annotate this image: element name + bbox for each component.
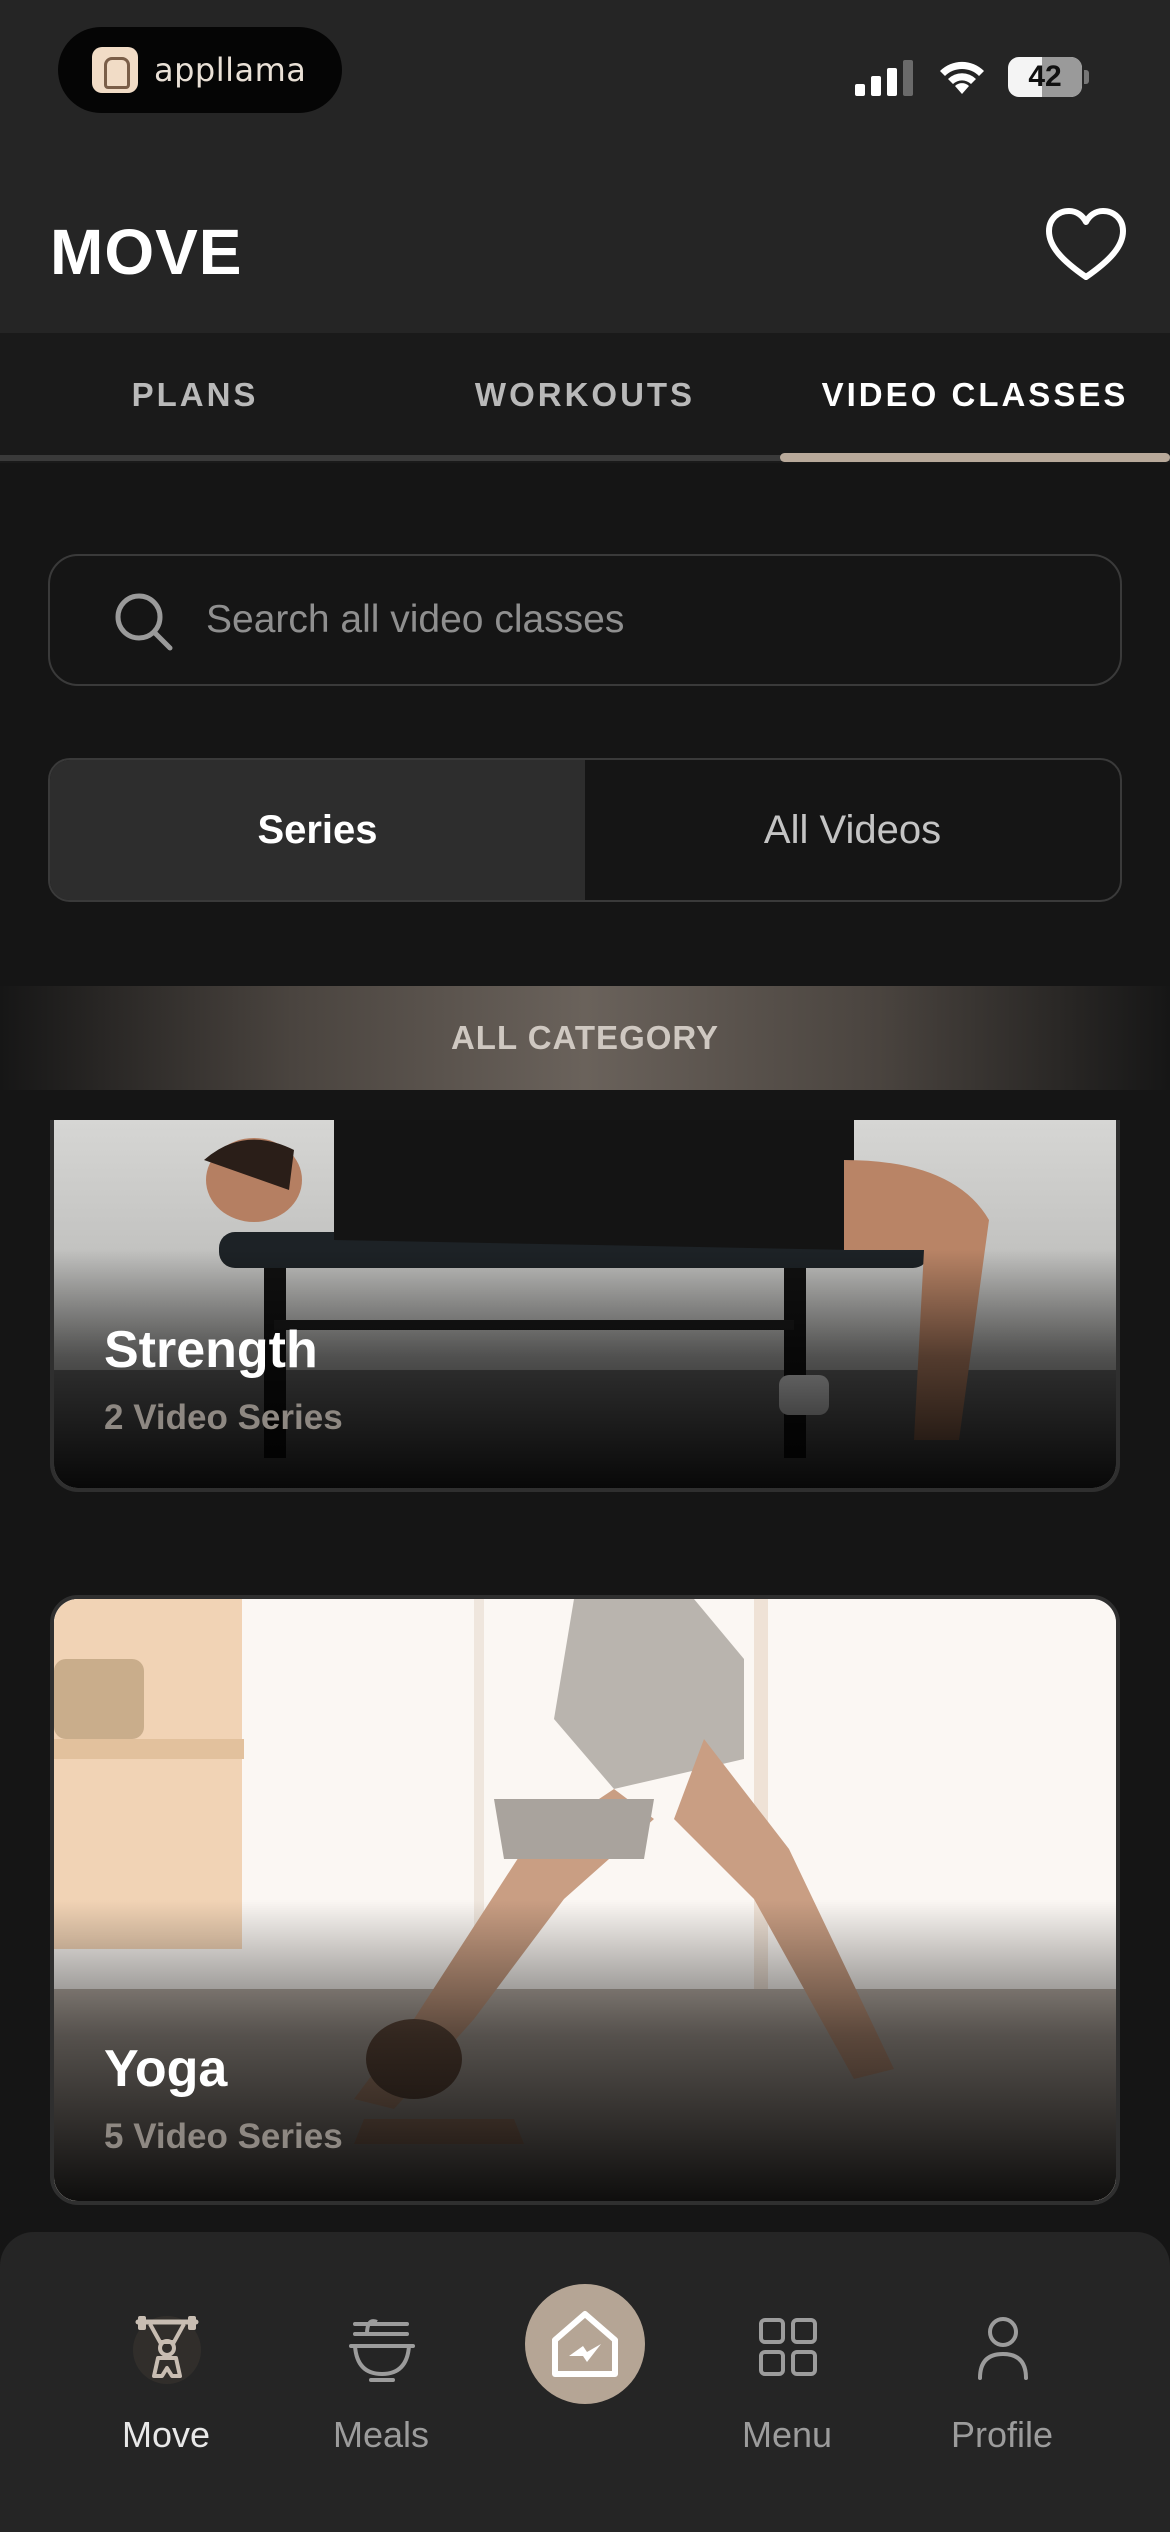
series-videos-toggle: Series All Videos bbox=[48, 758, 1122, 902]
nav-label: Menu bbox=[741, 2414, 833, 2455]
nav-label: Move bbox=[121, 2414, 211, 2455]
nav-label: Meals bbox=[332, 2414, 430, 2455]
series-title: Strength bbox=[104, 1321, 318, 1379]
battery-level: 42 bbox=[1028, 60, 1062, 93]
series-title: Yoga bbox=[104, 2040, 228, 2098]
tab-video-classes[interactable]: VIDEO CLASSES bbox=[780, 333, 1170, 457]
heart-icon[interactable] bbox=[1043, 205, 1129, 285]
page-header: MOVE bbox=[0, 150, 1170, 333]
wifi-icon bbox=[940, 61, 984, 94]
battery-icon: 42 bbox=[1008, 57, 1089, 97]
nav-menu[interactable]: Menu bbox=[687, 2232, 887, 2532]
tab-bar: PLANS WORKOUTS VIDEO CLASSES bbox=[0, 333, 1170, 463]
app-indicator-pill[interactable]: appllama bbox=[58, 27, 342, 113]
status-bar: appllama 42 bbox=[0, 0, 1170, 150]
series-card-yoga[interactable]: Yoga 5 Video Series bbox=[50, 1595, 1120, 2205]
segment-series[interactable]: Series bbox=[50, 760, 585, 900]
tab-workouts[interactable]: WORKOUTS bbox=[390, 333, 780, 457]
home-button[interactable] bbox=[525, 2284, 645, 2404]
series-count: 2 Video Series bbox=[104, 1398, 343, 1437]
series-count: 5 Video Series bbox=[104, 2117, 343, 2156]
category-filter-banner[interactable]: ALL CATEGORY bbox=[0, 986, 1170, 1090]
nav-label: Profile bbox=[950, 2414, 1054, 2455]
bottom-nav: Move Meals Menu Profile bbox=[0, 2232, 1170, 2532]
app-name: appllama bbox=[154, 51, 307, 89]
search-icon bbox=[115, 593, 173, 651]
search-input[interactable] bbox=[206, 556, 1086, 684]
tab-plans[interactable]: PLANS bbox=[0, 333, 390, 457]
series-card-strength[interactable]: Strength 2 Video Series bbox=[50, 1120, 1120, 1492]
segment-all-videos[interactable]: All Videos bbox=[585, 760, 1120, 900]
nav-move[interactable]: Move bbox=[66, 2232, 266, 2532]
grid-icon bbox=[759, 2318, 817, 2376]
home-logo-icon bbox=[552, 2311, 618, 2377]
nav-meals[interactable]: Meals bbox=[281, 2232, 481, 2532]
nav-profile[interactable]: Profile bbox=[902, 2232, 1102, 2532]
llama-logo-icon bbox=[92, 47, 138, 93]
cellular-signal-icon bbox=[855, 60, 913, 96]
active-tab-indicator bbox=[780, 453, 1170, 462]
search-box[interactable] bbox=[48, 554, 1122, 686]
page-title: MOVE bbox=[50, 216, 243, 288]
weightlifter-icon bbox=[133, 2316, 201, 2384]
person-icon bbox=[978, 2317, 1028, 2380]
noodle-bowl-icon bbox=[349, 2319, 415, 2382]
